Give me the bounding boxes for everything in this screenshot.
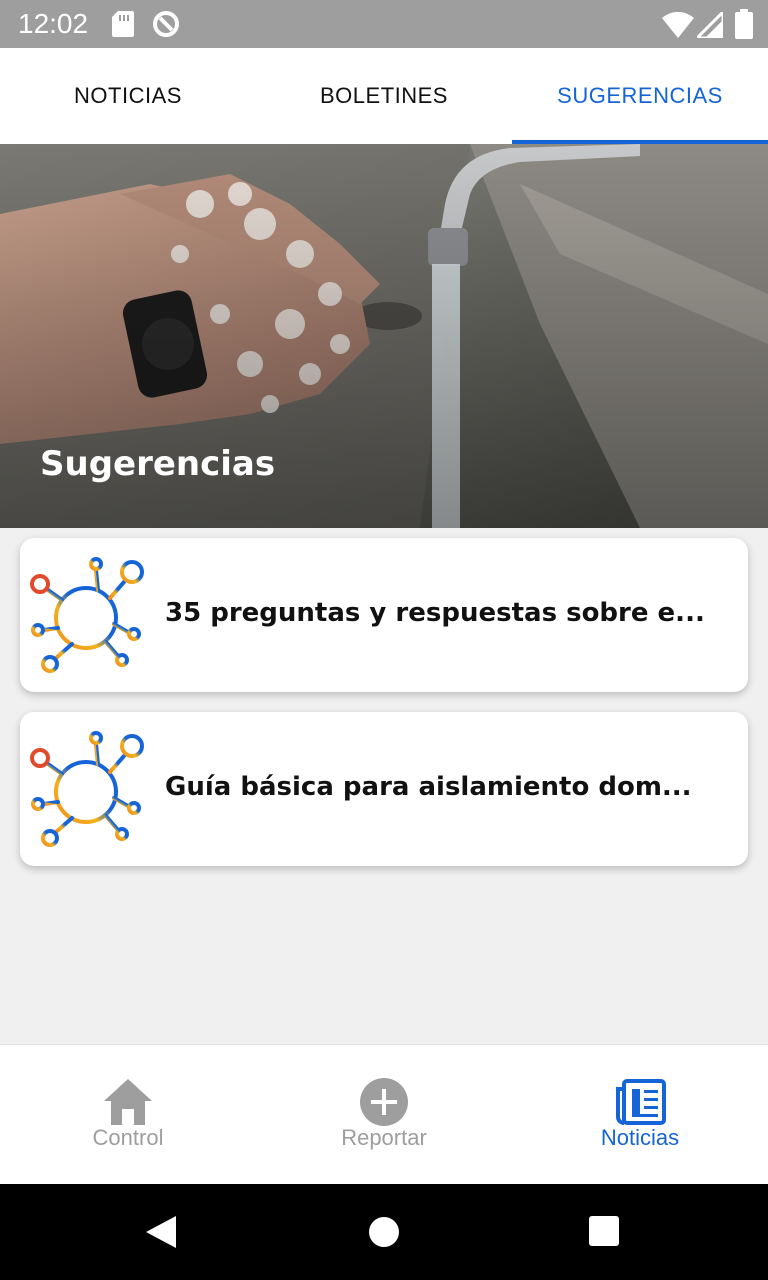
recents-icon[interactable] <box>589 1216 619 1246</box>
virus-icon <box>30 557 144 673</box>
suggestion-card[interactable]: 35 preguntas y respuestas sobre e... <box>20 538 748 692</box>
status-time: 12:02 <box>18 8 89 39</box>
newspaper-icon <box>616 1079 666 1125</box>
nav-label: Control <box>92 1125 164 1150</box>
system-nav-bar <box>0 1184 768 1280</box>
suggestion-card[interactable]: Guía básica para aislamiento dom... <box>20 712 748 866</box>
tab-noticias[interactable]: NOTICIAS <box>0 48 256 144</box>
home-circle-icon[interactable] <box>368 1216 400 1248</box>
card-title: Guía básica para aislamiento dom... <box>165 772 692 802</box>
add-circle-icon <box>360 1078 408 1126</box>
nav-item-reportar[interactable]: Reportar <box>256 1045 512 1184</box>
hero-title: Sugerencias <box>40 444 276 484</box>
tab-boletines[interactable]: BOLETINES <box>256 48 512 144</box>
nav-item-control[interactable]: Control <box>0 1045 256 1184</box>
wifi-icon <box>662 12 694 38</box>
virus-icon <box>30 731 144 847</box>
tab-sugerencias[interactable]: SUGERENCIAS <box>512 48 768 144</box>
signal-icon <box>697 12 723 38</box>
top-tabs: NOTICIAS BOLETINES SUGERENCIAS <box>0 48 768 144</box>
status-bar: 12:02 <box>0 0 768 48</box>
nav-label: Reportar <box>341 1125 427 1150</box>
back-icon[interactable] <box>144 1214 178 1250</box>
nav-item-noticias[interactable]: Noticias <box>512 1045 768 1184</box>
sd-card-icon <box>112 11 134 37</box>
sync-icon <box>153 11 179 37</box>
bottom-nav: Control Reportar Noticias <box>0 1044 768 1184</box>
home-icon <box>104 1079 152 1125</box>
nav-label: Noticias <box>600 1125 680 1150</box>
card-title: 35 preguntas y respuestas sobre e... <box>165 598 705 628</box>
battery-icon <box>735 9 753 39</box>
